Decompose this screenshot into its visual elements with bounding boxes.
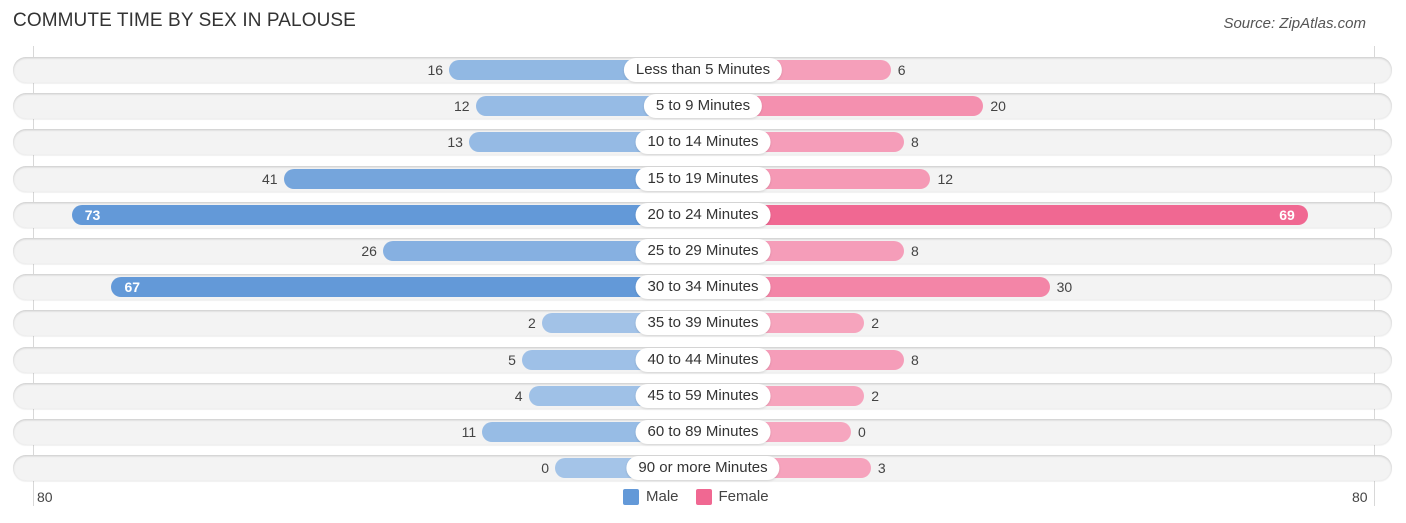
value-label-male: 2 xyxy=(527,315,536,332)
value-label-female: 12 xyxy=(937,170,954,187)
category-label: Less than 5 Minutes xyxy=(623,58,783,82)
axis-label-right: 80 xyxy=(1352,489,1368,505)
value-label-male: 12 xyxy=(453,98,470,115)
value-label-female: 3 xyxy=(877,460,886,477)
category-label: 90 or more Minutes xyxy=(626,456,780,481)
value-label-female: 8 xyxy=(910,243,919,259)
legend-label-female: Female xyxy=(718,488,769,505)
category-label: 30 to 34 Minutes xyxy=(635,275,771,300)
value-label-female: 6 xyxy=(897,62,906,78)
category-label: 35 to 39 Minutes xyxy=(635,311,771,336)
value-label-female: 20 xyxy=(990,98,1006,115)
value-label-female: 8 xyxy=(910,134,919,151)
legend-item-female[interactable]: Female xyxy=(695,488,769,505)
chart-title: COMMUTE TIME BY SEX IN PALOUSE xyxy=(13,10,356,31)
value-label-male: 0 xyxy=(541,460,549,477)
axis-label-left: 80 xyxy=(37,489,53,505)
value-label-female: 2 xyxy=(871,315,880,332)
category-label: 40 to 44 Minutes xyxy=(635,347,771,372)
source-credit: Source: ZipAtlas.com xyxy=(1223,15,1366,32)
value-label-male: 16 xyxy=(427,62,444,78)
bar-male[interactable] xyxy=(71,204,703,225)
category-label: 45 to 59 Minutes xyxy=(635,383,771,408)
value-label-male: 26 xyxy=(361,243,377,259)
category-label: 20 to 24 Minutes xyxy=(635,202,771,227)
value-label-female: 69 xyxy=(1279,206,1295,223)
legend-item-male[interactable]: Male xyxy=(623,488,679,505)
value-label-female: 2 xyxy=(871,387,880,404)
category-label: 15 to 19 Minutes xyxy=(635,166,771,191)
value-label-male: 67 xyxy=(124,279,141,296)
value-label-male: 73 xyxy=(84,206,101,223)
value-label-female: 30 xyxy=(1056,279,1073,296)
value-label-male: 4 xyxy=(514,387,523,404)
category-label: 60 to 89 Minutes xyxy=(635,420,771,444)
category-label: 25 to 29 Minutes xyxy=(635,239,771,263)
value-label-male: 41 xyxy=(262,170,278,187)
legend: Male Female xyxy=(623,488,786,505)
legend-label-male: Male xyxy=(646,488,679,505)
legend-swatch-male xyxy=(623,488,639,505)
bar-male[interactable] xyxy=(111,277,703,298)
value-label-female: 0 xyxy=(858,424,866,440)
category-label: 5 to 9 Minutes xyxy=(643,94,763,119)
value-label-female: 8 xyxy=(910,351,919,368)
bar-female[interactable] xyxy=(703,204,1308,225)
value-label-male: 13 xyxy=(447,134,463,151)
value-label-male: 5 xyxy=(508,351,516,368)
category-label: 10 to 14 Minutes xyxy=(635,130,771,155)
legend-swatch-female xyxy=(695,488,712,505)
value-label-male: 11 xyxy=(461,424,477,440)
